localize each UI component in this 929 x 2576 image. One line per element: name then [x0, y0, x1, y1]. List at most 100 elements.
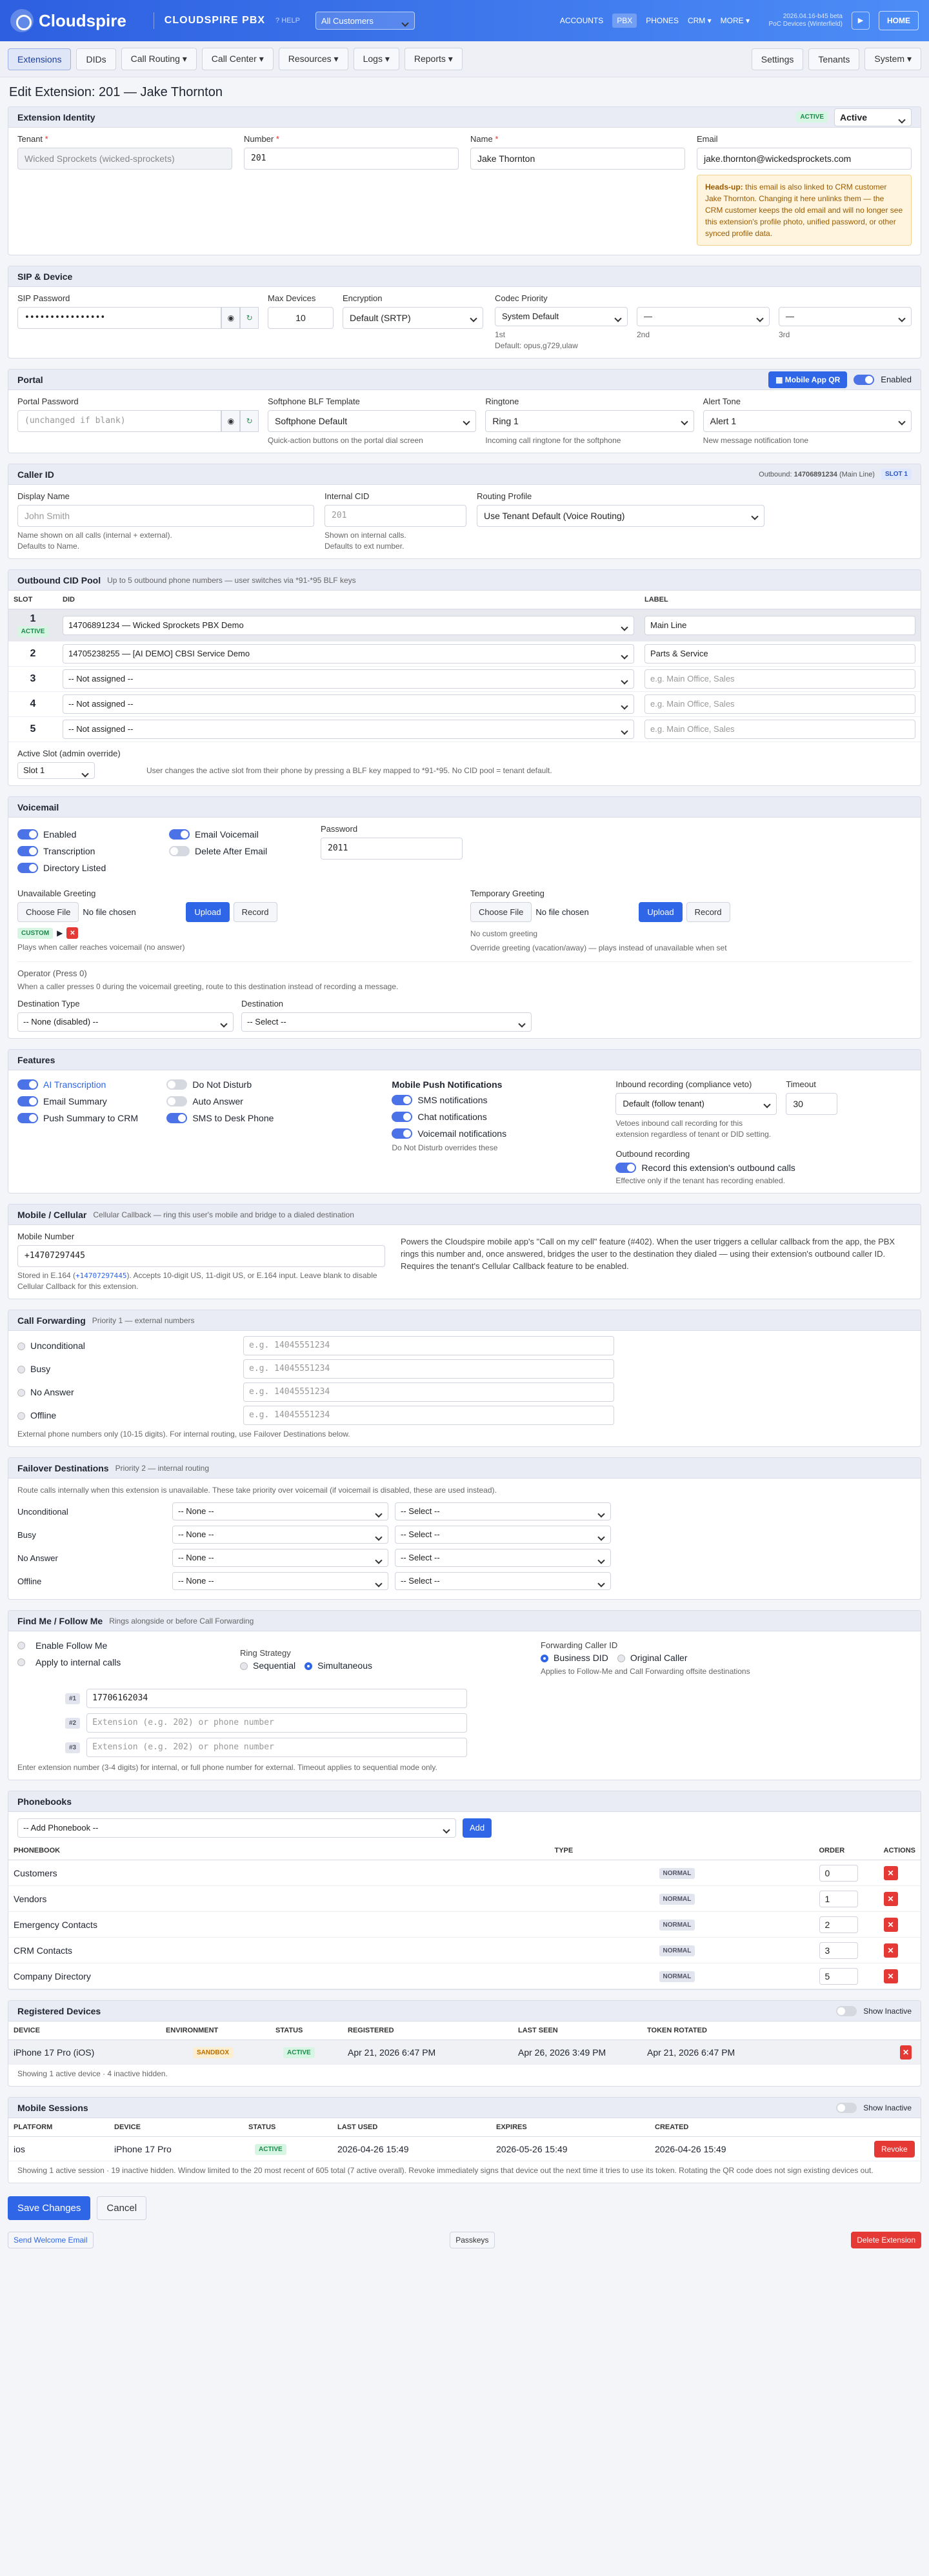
- tab-dids[interactable]: DIDs: [76, 48, 116, 70]
- nav-more[interactable]: MORE ▾: [721, 16, 750, 25]
- email-summary-toggle[interactable]: [17, 1096, 38, 1106]
- home-button[interactable]: HOME: [879, 11, 919, 30]
- blf-template-select[interactable]: Softphone Default: [268, 410, 477, 432]
- business-did-radio[interactable]: [541, 1655, 548, 1663]
- label-field[interactable]: e.g. Main Office, Sales: [644, 694, 915, 714]
- help-link[interactable]: ? HELP: [275, 17, 300, 25]
- show-inactive-toggle[interactable]: [836, 2102, 857, 2113]
- forward-no-answer-field[interactable]: e.g. 14045551234: [243, 1382, 614, 1402]
- order-field[interactable]: 1: [819, 1890, 858, 1907]
- follow-me-destination-field[interactable]: Extension (e.g. 202) or phone number: [86, 1713, 468, 1733]
- portal-password-field[interactable]: (unchanged if blank): [17, 410, 222, 432]
- tab-tenants[interactable]: Tenants: [808, 48, 860, 70]
- revoke-button[interactable]: Revoke: [874, 2140, 915, 2158]
- failover-destination-select[interactable]: -- Select --: [395, 1549, 611, 1567]
- codec-2-select[interactable]: —: [637, 307, 770, 326]
- forward-busy-field[interactable]: e.g. 14045551234: [243, 1359, 614, 1379]
- add-phonebook-select[interactable]: -- Add Phonebook --: [17, 1818, 456, 1838]
- record-button[interactable]: Record: [233, 902, 277, 922]
- inbound-recording-select[interactable]: Default (follow tenant): [615, 1093, 777, 1115]
- name-field[interactable]: Jake Thornton: [470, 148, 685, 170]
- follow-me-toggle[interactable]: [17, 1642, 25, 1649]
- tab-call-center[interactable]: Call Center ▾: [201, 48, 274, 70]
- transcription-toggle[interactable]: [17, 846, 38, 856]
- forward-toggle[interactable]: [17, 1389, 25, 1397]
- display-name-field[interactable]: John Smith: [17, 505, 314, 527]
- number-field[interactable]: 201: [244, 148, 459, 170]
- choose-file-button[interactable]: Choose File: [470, 902, 532, 922]
- failover-destination-select[interactable]: -- Select --: [395, 1502, 611, 1520]
- order-field[interactable]: 3: [819, 1942, 858, 1959]
- order-field[interactable]: 5: [819, 1967, 858, 1985]
- remove-device-icon[interactable]: ✕: [900, 2045, 912, 2060]
- save-button[interactable]: Save Changes: [8, 2196, 91, 2220]
- refresh-icon[interactable]: ↻: [240, 307, 259, 329]
- auto-answer-toggle[interactable]: [166, 1096, 188, 1106]
- nav-pbx[interactable]: PBX: [612, 14, 637, 28]
- delete-greeting-icon[interactable]: ✕: [66, 927, 79, 939]
- show-inactive-toggle[interactable]: [836, 2005, 857, 2016]
- did-select[interactable]: -- Not assigned --: [63, 694, 634, 714]
- tab-system[interactable]: System ▾: [864, 48, 921, 70]
- routing-profile-select[interactable]: Use Tenant Default (Voice Routing): [477, 505, 764, 527]
- tab-extensions[interactable]: Extensions: [8, 48, 72, 70]
- play-icon[interactable]: ▶: [852, 12, 870, 30]
- sequential-radio[interactable]: [240, 1662, 248, 1671]
- remove-icon[interactable]: ✕: [883, 1969, 898, 1983]
- failover-type-select[interactable]: -- None --: [172, 1549, 388, 1567]
- mobile-number-field[interactable]: +14707297445: [17, 1245, 385, 1267]
- directory-listed-toggle[interactable]: [17, 863, 38, 873]
- label-field[interactable]: Parts & Service: [644, 644, 915, 664]
- codec-1-select[interactable]: System Default: [495, 307, 628, 326]
- email-voicemail-toggle[interactable]: [169, 829, 190, 840]
- destination-select[interactable]: -- Select --: [241, 1012, 532, 1032]
- chat-notifications-toggle[interactable]: [392, 1112, 413, 1122]
- failover-type-select[interactable]: -- None --: [172, 1502, 388, 1520]
- push-summary-toggle[interactable]: [17, 1113, 38, 1123]
- email-field[interactable]: jake.thornton@wickedsprockets.com: [697, 148, 912, 170]
- follow-me-destination-field[interactable]: 17706162034: [86, 1689, 468, 1708]
- delete-extension-button[interactable]: Delete Extension: [851, 2232, 921, 2248]
- record-button[interactable]: Record: [686, 902, 730, 922]
- status-select[interactable]: Active: [834, 108, 912, 126]
- max-devices-field[interactable]: 10: [268, 307, 334, 329]
- label-field[interactable]: e.g. Main Office, Sales: [644, 720, 915, 739]
- tab-resources[interactable]: Resources ▾: [278, 48, 348, 70]
- nav-phones[interactable]: PHONES: [646, 16, 679, 25]
- forward-toggle[interactable]: [17, 1412, 25, 1421]
- mobile-app-qr-button[interactable]: ▦ Mobile App QR: [768, 371, 848, 388]
- add-phonebook-button[interactable]: Add: [463, 1818, 492, 1838]
- forward-toggle[interactable]: [17, 1342, 25, 1351]
- passkeys-button[interactable]: Passkeys: [450, 2232, 495, 2248]
- ai-transcription-toggle[interactable]: [17, 1079, 38, 1090]
- refresh-icon[interactable]: ↻: [240, 410, 259, 432]
- customer-select[interactable]: All Customers: [315, 12, 415, 30]
- encryption-select[interactable]: Default (SRTP): [343, 307, 483, 329]
- outbound-recording-toggle[interactable]: [615, 1163, 637, 1173]
- ringtone-select[interactable]: Ring 1: [485, 410, 694, 432]
- voicemail-notifications-toggle[interactable]: [392, 1128, 413, 1139]
- follow-me-destination-field[interactable]: Extension (e.g. 202) or phone number: [86, 1738, 468, 1757]
- did-select[interactable]: 14705238255 — [AI DEMO] CBSI Service Dem…: [63, 644, 634, 664]
- remove-icon[interactable]: ✕: [883, 1943, 898, 1958]
- label-field[interactable]: e.g. Main Office, Sales: [644, 669, 915, 689]
- nav-accounts[interactable]: ACCOUNTS: [560, 16, 603, 25]
- upload-button[interactable]: Upload: [186, 902, 230, 922]
- did-select[interactable]: 14706891234 — Wicked Sprockets PBX Demo: [63, 615, 634, 635]
- tab-logs[interactable]: Logs ▾: [353, 48, 399, 70]
- codec-3-select[interactable]: —: [779, 307, 912, 326]
- choose-file-button[interactable]: Choose File: [17, 902, 79, 922]
- forward-unconditional-field[interactable]: e.g. 14045551234: [243, 1336, 614, 1355]
- order-field[interactable]: 0: [819, 1864, 858, 1882]
- tab-call-routing[interactable]: Call Routing ▾: [121, 48, 197, 70]
- timeout-field[interactable]: 30: [786, 1093, 838, 1115]
- nav-crm[interactable]: CRM ▾: [688, 16, 712, 25]
- eye-icon[interactable]: ◉: [221, 307, 241, 329]
- failover-destination-select[interactable]: -- Select --: [395, 1526, 611, 1544]
- active-slot-select[interactable]: Slot 1: [17, 762, 95, 779]
- vm-enabled-toggle[interactable]: [17, 829, 38, 840]
- did-select[interactable]: -- Not assigned --: [63, 720, 634, 739]
- internal-cid-field[interactable]: 201: [325, 505, 466, 527]
- failover-destination-select[interactable]: -- Select --: [395, 1572, 611, 1590]
- logo[interactable]: Cloudspire: [10, 9, 126, 32]
